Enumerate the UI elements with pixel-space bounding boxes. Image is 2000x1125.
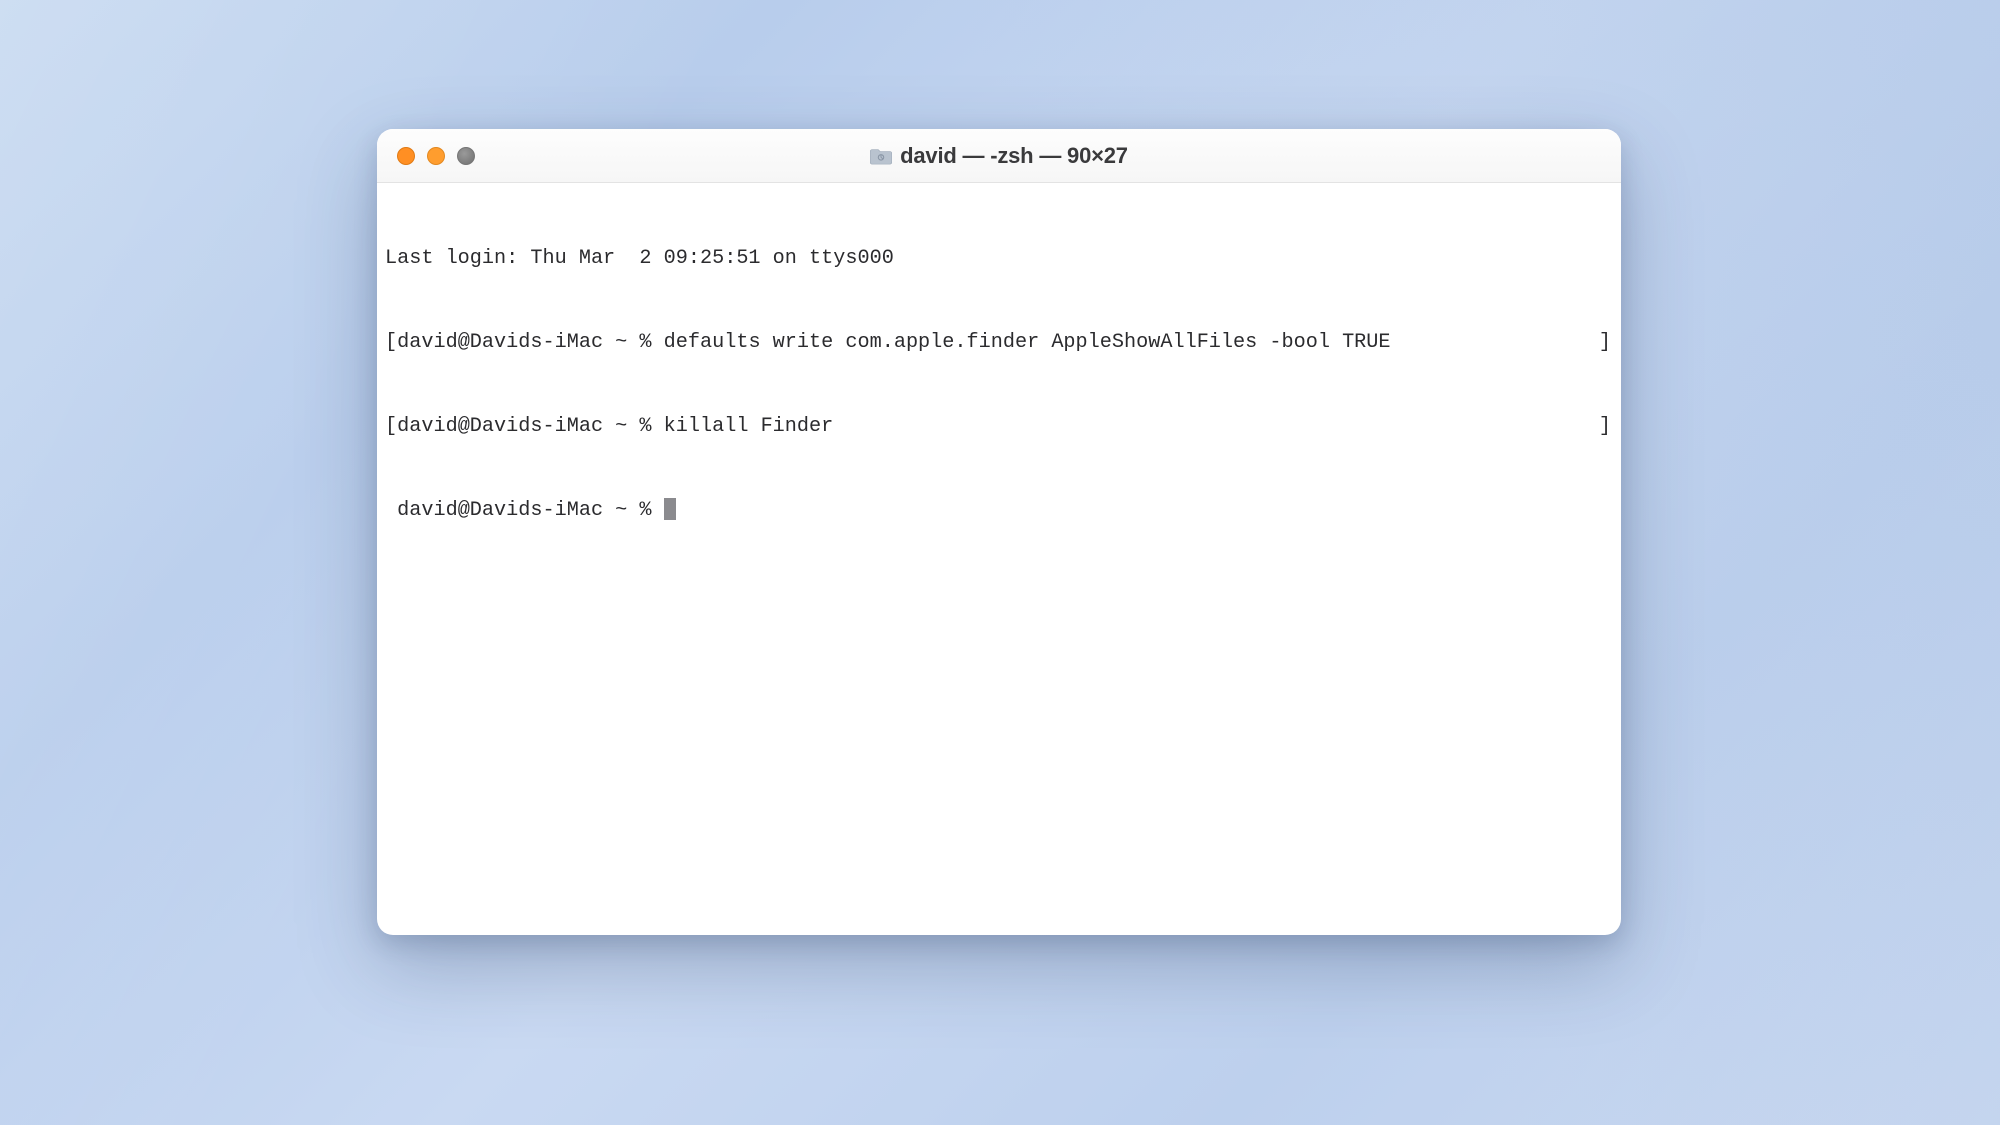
terminal-body[interactable]: Last login: Thu Mar 2 09:25:51 on ttys00…	[377, 183, 1621, 935]
login-line: Last login: Thu Mar 2 09:25:51 on ttys00…	[385, 245, 1613, 273]
cursor-icon	[664, 498, 676, 520]
bracket-left: [	[385, 331, 397, 354]
title-center: david — -zsh — 90×27	[377, 143, 1621, 169]
prompt-text: david@Davids-iMac ~ %	[397, 499, 664, 522]
bracket-right: ]	[1599, 329, 1611, 357]
maximize-button[interactable]	[457, 147, 475, 165]
minimize-button[interactable]	[427, 147, 445, 165]
folder-icon	[870, 147, 892, 165]
command-text: killall Finder	[664, 415, 834, 438]
bracket-right: ]	[1599, 413, 1611, 441]
titlebar[interactable]: david — -zsh — 90×27	[377, 129, 1621, 183]
command-line-1: [david@Davids-iMac ~ % defaults write co…	[385, 329, 1613, 357]
prompt-text: david@Davids-iMac ~ %	[397, 331, 664, 354]
terminal-window[interactable]: david — -zsh — 90×27 Last login: Thu Mar…	[377, 129, 1621, 935]
traffic-lights	[377, 147, 475, 165]
command-text: defaults write com.apple.finder AppleSho…	[664, 331, 1391, 354]
command-line-2: [david@Davids-iMac ~ % killall Finder]	[385, 413, 1613, 441]
close-button[interactable]	[397, 147, 415, 165]
window-title: david — -zsh — 90×27	[900, 143, 1128, 169]
current-prompt-line[interactable]: david@Davids-iMac ~ %	[385, 497, 1613, 525]
prompt-text: david@Davids-iMac ~ %	[397, 415, 664, 438]
bracket-left: [	[385, 415, 397, 438]
